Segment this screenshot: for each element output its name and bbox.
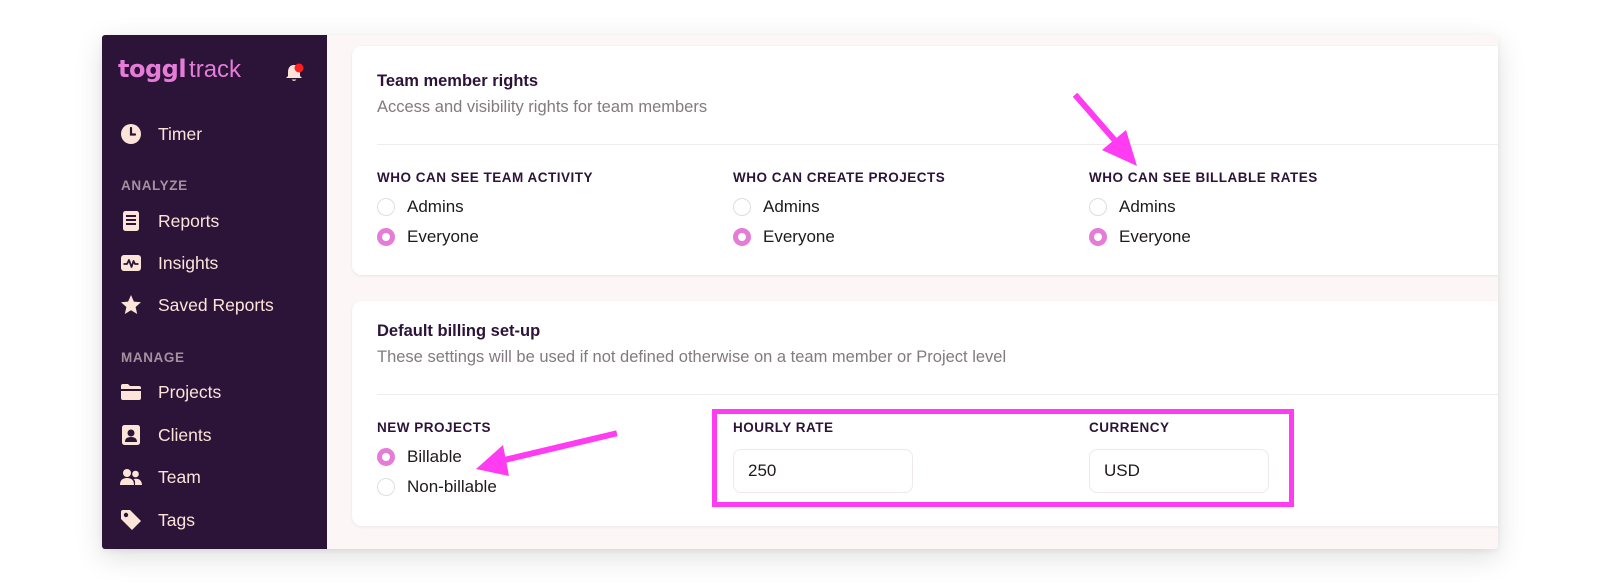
card-subtitle: Access and visibility rights for team me…: [377, 98, 708, 116]
radio-button[interactable]: [733, 198, 751, 216]
group-label-billable-rates: WHO CAN SEE BILLABLE RATES: [1089, 170, 1318, 185]
group-label-team-activity: WHO CAN SEE TEAM ACTIVITY: [377, 170, 594, 185]
sidebar-item-label: Clients: [158, 424, 212, 445]
sidebar-item-projects[interactable]: Projects: [120, 379, 221, 405]
radio-button[interactable]: [377, 198, 395, 216]
radio-label: Admins: [763, 197, 820, 216]
sidebar-item-label: Projects: [158, 381, 222, 402]
radio-button-checked[interactable]: [1089, 228, 1107, 246]
radio-create-projects-admins[interactable]: Admins: [733, 195, 820, 219]
radio-button-checked[interactable]: [377, 228, 395, 246]
insights-icon: [120, 252, 142, 274]
sidebar: toggl track Timer ANALYZE Reports Insigh…: [102, 35, 327, 549]
radio-label: Admins: [1119, 197, 1176, 216]
radio-button[interactable]: [1089, 198, 1107, 216]
card-title: Team member rights: [377, 72, 539, 90]
sidebar-item-label: Reports: [158, 210, 220, 231]
card-subtitle: These settings will be used if not defin…: [377, 348, 1007, 366]
team-rights-card: Team member rights Access and visibility…: [352, 46, 1498, 275]
folder-icon: [120, 381, 142, 403]
sidebar-item-team[interactable]: Team: [120, 464, 201, 490]
clock-icon: [120, 123, 142, 145]
radio-label: Everyone: [1119, 227, 1191, 246]
tag-icon: [120, 509, 142, 531]
sidebar-item-label: Tags: [158, 509, 195, 530]
sidebar-item-label: Team: [158, 466, 201, 487]
group-label-create-projects: WHO CAN CREATE PROJECTS: [733, 170, 946, 185]
radio-label: Billable: [407, 447, 462, 466]
sidebar-item-label: Saved Reports: [158, 294, 274, 315]
radio-button-checked[interactable]: [733, 228, 751, 246]
group-label-new-projects: NEW PROJECTS: [377, 420, 492, 435]
radio-label: Everyone: [407, 227, 479, 246]
radio-team-activity-admins[interactable]: Admins: [377, 195, 464, 219]
star-icon: [120, 294, 142, 316]
sidebar-item-label: Timer: [158, 123, 203, 144]
logo-secondary: track: [189, 56, 242, 83]
radio-button-checked[interactable]: [377, 448, 395, 466]
divider: [377, 394, 1498, 395]
sidebar-item-timer[interactable]: Timer: [120, 121, 202, 147]
highlight-box-annotation: [712, 409, 1294, 507]
sidebar-item-insights[interactable]: Insights: [120, 250, 218, 276]
bell-icon[interactable]: [283, 62, 305, 84]
logo-primary: toggl: [118, 55, 187, 83]
sidebar-item-label: Insights: [158, 252, 219, 273]
client-card-icon: [120, 424, 142, 446]
section-label-manage: MANAGE: [121, 350, 185, 365]
sidebar-item-reports[interactable]: Reports: [120, 208, 219, 234]
sidebar-item-tags[interactable]: Tags: [120, 507, 195, 533]
radio-team-activity-everyone[interactable]: Everyone: [377, 225, 479, 249]
radio-billable-rates-admins[interactable]: Admins: [1089, 195, 1176, 219]
team-icon: [120, 466, 142, 488]
notification-badge: [294, 63, 304, 73]
divider: [377, 144, 1498, 145]
reports-icon: [120, 210, 142, 232]
sidebar-item-clients[interactable]: Clients: [120, 422, 212, 448]
toggl-track-logo[interactable]: toggl track: [118, 55, 241, 89]
section-label-analyze: ANALYZE: [121, 178, 188, 193]
radio-billable-rates-everyone[interactable]: Everyone: [1089, 225, 1191, 249]
card-title: Default billing set-up: [377, 322, 541, 340]
radio-label: Everyone: [763, 227, 835, 246]
radio-new-projects-non-billable[interactable]: Non-billable: [377, 475, 497, 499]
radio-label: Admins: [407, 197, 464, 216]
sidebar-item-saved-reports[interactable]: Saved Reports: [120, 292, 274, 318]
radio-button[interactable]: [377, 478, 395, 496]
radio-create-projects-everyone[interactable]: Everyone: [733, 225, 835, 249]
radio-label: Non-billable: [407, 477, 497, 496]
radio-new-projects-billable[interactable]: Billable: [377, 445, 462, 469]
